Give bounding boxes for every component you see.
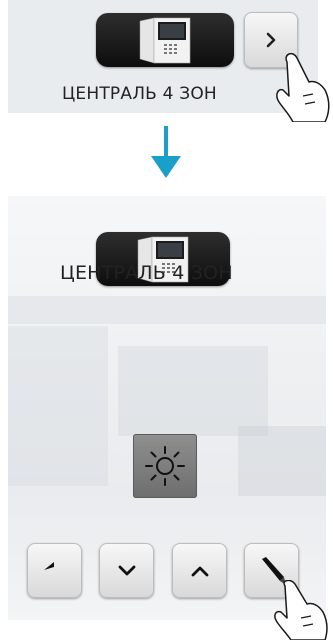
device-name-bottom: ЦЕНТРАЛЬ 4 ЗОН <box>60 262 233 284</box>
chevron-up-icon <box>191 566 208 576</box>
undo-arrow-icon <box>43 561 54 570</box>
down-button[interactable] <box>99 543 154 598</box>
device-name-top: ЦЕНТРАЛЬ 4 ЗОН <box>62 84 217 104</box>
control-unit-icon <box>139 17 191 64</box>
arrow-down-icon <box>151 126 181 178</box>
back-button[interactable] <box>27 543 82 598</box>
pointing-hand-icon <box>274 580 328 640</box>
pointing-hand-icon <box>276 52 330 122</box>
up-button[interactable] <box>172 543 227 598</box>
sun-icon <box>145 446 185 486</box>
device-tile-top[interactable] <box>96 13 234 67</box>
chevron-right-icon <box>266 32 276 48</box>
chevron-down-icon <box>118 565 135 575</box>
mode-indicator[interactable] <box>133 434 197 498</box>
